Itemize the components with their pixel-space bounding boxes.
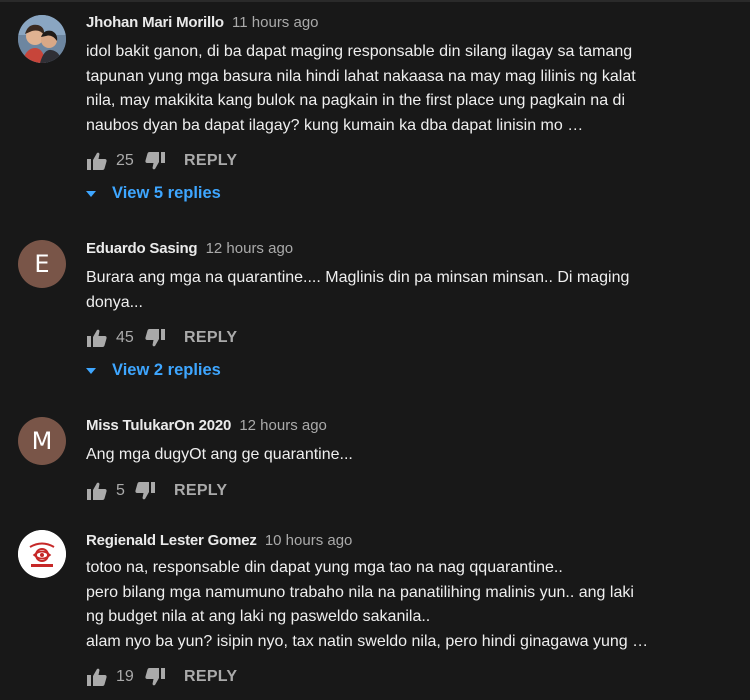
comment-text: totoo na, responsable din dapat yung mga… (86, 556, 726, 654)
thumbs-up-icon[interactable] (86, 150, 108, 172)
avatar-letter: E (34, 250, 50, 278)
caret-down-icon (86, 190, 96, 197)
avatar[interactable]: E (18, 240, 66, 288)
reply-button[interactable]: REPLY (184, 152, 237, 170)
comment-time[interactable]: 12 hours ago (239, 417, 327, 434)
comment-line: idol bakit ganon, di ba dapat maging res… (86, 43, 633, 60)
comment-text: Ang mga dugyOt ang ge quarantine... (86, 443, 726, 468)
thumbs-down-icon[interactable] (134, 480, 156, 502)
avatar-logo-icon (18, 530, 66, 578)
comment-line: totoo na, responsable din dapat yung mga… (86, 559, 563, 576)
reply-button[interactable]: REPLY (184, 668, 237, 686)
avatar[interactable] (18, 530, 66, 578)
comment-line: alam nyo ba yun? isipin nyo, tax natin s… (86, 632, 649, 650)
view-replies-button[interactable]: View 5 replies (84, 184, 221, 203)
comment-line: Burara ang mga na quarantine.... Maglini… (86, 269, 630, 286)
comment-line: donya... (86, 293, 143, 311)
comment-time[interactable]: 12 hours ago (206, 240, 294, 257)
caret-down-icon (86, 367, 96, 374)
avatar[interactable] (18, 15, 66, 63)
comment-actions: 19 REPLY (86, 665, 237, 689)
comment-author[interactable]: Miss TulukarOn 2020 (86, 417, 231, 434)
like-count: 45 (116, 329, 134, 346)
comment-text: Burara ang mga na quarantine.... Maglini… (86, 266, 726, 315)
thumbs-up-icon[interactable] (86, 666, 108, 688)
comment-author[interactable]: Eduardo Sasing (86, 240, 198, 257)
comment-time[interactable]: 11 hours ago (232, 14, 318, 31)
comment-actions: 5 REPLY (86, 479, 227, 503)
thumbs-down-icon[interactable] (144, 150, 166, 172)
comment-text: idol bakit ganon, di ba dapat maging res… (86, 40, 726, 138)
comment-line: tapunan yung mga basura nila hindi lahat… (86, 67, 636, 85)
comment-time[interactable]: 10 hours ago (265, 532, 353, 549)
thumbs-down-icon[interactable] (144, 327, 166, 349)
thumbs-down-icon[interactable] (144, 666, 166, 688)
comment-line: pero bilang mga namumuno trabaho nila na… (86, 583, 634, 601)
view-replies-button[interactable]: View 2 replies (84, 361, 221, 380)
top-divider (0, 0, 750, 2)
avatar-letter: M (31, 427, 53, 455)
comment-actions: 45 REPLY (86, 326, 237, 350)
comment-line: Ang mga dugyOt ang ge quarantine... (86, 446, 353, 463)
thumbs-up-icon[interactable] (86, 327, 108, 349)
like-count: 5 (116, 482, 125, 499)
avatar-photo-icon (18, 15, 66, 63)
like-count: 25 (116, 152, 134, 169)
comment-actions: 25 REPLY (86, 149, 237, 173)
view-replies-label: View 2 replies (112, 361, 221, 379)
comment-line: ng budget nila at ang laki ng pasweldo s… (86, 608, 431, 625)
reply-button[interactable]: REPLY (174, 482, 227, 500)
comment-author[interactable]: Regienald Lester Gomez (86, 532, 257, 549)
comment-line: naubos dyan ba dapat ilagay? kung kumain… (86, 116, 584, 134)
avatar[interactable]: M (18, 417, 66, 465)
reply-button[interactable]: REPLY (184, 329, 237, 347)
view-replies-label: View 5 replies (112, 184, 221, 202)
comment-author[interactable]: Jhohan Mari Morillo (86, 14, 224, 31)
thumbs-up-icon[interactable] (86, 480, 108, 502)
comment-line: nila, may makikita kang bulok na pagkain… (86, 92, 625, 109)
like-count: 19 (116, 668, 134, 685)
